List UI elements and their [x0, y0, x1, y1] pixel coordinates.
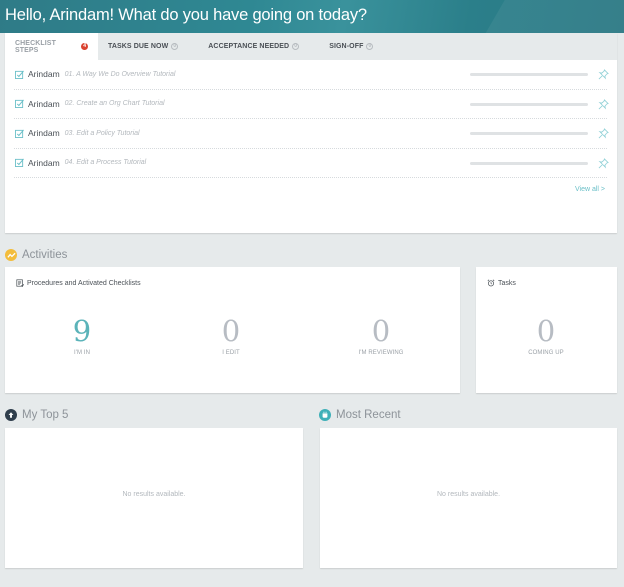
- my-top5-card: No results available.: [5, 428, 303, 568]
- tab-bar: CHECKLIST STEPS 4 TASKS DUE NOW 0 ACCEPT…: [5, 33, 617, 60]
- stat-value: 0: [371, 314, 391, 348]
- pin-icon[interactable]: [598, 157, 609, 169]
- card-title-text: Procedures and Activated Checklists: [27, 279, 141, 287]
- upload-arrow-icon: [5, 409, 17, 421]
- tab-label: ACCEPTANCE NEEDED: [208, 43, 290, 50]
- coffee-cup-icon: [319, 409, 331, 421]
- empty-message: No results available.: [436, 491, 501, 498]
- view-all-link[interactable]: View all >: [575, 186, 605, 193]
- procedures-card-title: Procedures and Activated Checklists: [16, 279, 141, 287]
- tab-tasks-due-now[interactable]: TASKS DUE NOW 0: [98, 33, 188, 60]
- checklist-list: Arindam 01. A Way We Do Overview Tutoria…: [14, 60, 609, 178]
- stat-label: I'M IN: [73, 350, 91, 356]
- checkbox-checked-icon: [15, 99, 24, 109]
- checklist-doc-icon: [16, 279, 24, 287]
- tasks-tabs-panel: CHECKLIST STEPS 4 TASKS DUE NOW 0 ACCEPT…: [5, 33, 617, 233]
- progress-bar: [470, 132, 588, 135]
- pin-icon[interactable]: [598, 69, 609, 80]
- count-badge: 0: [366, 43, 374, 50]
- tab-acceptance-needed[interactable]: ACCEPTANCE NEEDED 0: [198, 33, 309, 60]
- most-recent-heading: Most Recent: [319, 409, 401, 421]
- step-title[interactable]: 04. Edit a Process Tutorial: [65, 159, 147, 166]
- checkbox-checked-icon: [15, 158, 24, 168]
- tab-sign-off[interactable]: SIGN-OFF 0: [319, 33, 383, 60]
- list-item[interactable]: Arindam 02. Create an Org Chart Tutorial: [14, 90, 609, 119]
- header-banner: Hello, Arindam! What do you have going o…: [0, 0, 624, 33]
- tab-label: SIGN-OFF: [329, 43, 364, 50]
- stat-value: 0: [221, 314, 241, 348]
- step-title[interactable]: 02. Create an Org Chart Tutorial: [65, 100, 165, 107]
- stat-label: COMING UP: [528, 350, 564, 356]
- step-owner: Arindam: [28, 128, 60, 139]
- stat-im-reviewing[interactable]: 0 I'M REVIEWING: [321, 315, 441, 356]
- activity-chart-icon: [5, 249, 17, 261]
- progress-bar: [470, 73, 588, 76]
- procedures-card: Procedures and Activated Checklists 9 I'…: [5, 267, 460, 393]
- list-item[interactable]: Arindam 01. A Way We Do Overview Tutoria…: [14, 60, 609, 90]
- stat-value: 0: [536, 314, 556, 348]
- list-item[interactable]: Arindam 03. Edit a Policy Tutorial: [14, 119, 609, 149]
- pin-icon[interactable]: [598, 128, 609, 139]
- count-badge: 0: [292, 43, 300, 50]
- step-owner: Arindam: [28, 98, 60, 109]
- stat-im-in[interactable]: 9 I'M IN: [22, 315, 142, 356]
- stat-coming-up[interactable]: 0 COMING UP: [486, 315, 606, 356]
- tab-label: TASKS DUE NOW: [108, 43, 169, 50]
- count-badge: 4: [81, 43, 88, 50]
- activities-heading: Activities: [5, 249, 67, 261]
- count-badge: 0: [171, 43, 179, 50]
- my-top5-heading: My Top 5: [5, 409, 68, 421]
- stat-value: 9: [72, 314, 92, 348]
- stat-label: I'M REVIEWING: [358, 350, 404, 356]
- pin-icon[interactable]: [598, 98, 609, 110]
- step-owner: Arindam: [28, 157, 60, 168]
- checkbox-checked-icon: [15, 129, 24, 138]
- card-title-text: Tasks: [498, 279, 516, 287]
- progress-bar: [470, 161, 588, 165]
- most-recent-card: No results available.: [320, 428, 617, 568]
- step-title[interactable]: 03. Edit a Policy Tutorial: [65, 130, 140, 137]
- stat-i-edit[interactable]: 0 I EDIT: [171, 315, 291, 356]
- step-title[interactable]: 01. A Way We Do Overview Tutorial: [65, 71, 176, 78]
- my-top5-title: My Top 5: [22, 409, 69, 421]
- most-recent-title: Most Recent: [336, 409, 401, 421]
- progress-bar: [470, 102, 588, 106]
- alarm-clock-icon: [487, 279, 495, 287]
- step-owner: Arindam: [28, 69, 60, 80]
- tab-label: CHECKLIST STEPS: [15, 39, 56, 54]
- empty-message: No results available.: [122, 491, 186, 498]
- tasks-card-title: Tasks: [487, 279, 516, 287]
- tasks-card: Tasks 0 COMING UP: [476, 267, 617, 393]
- greeting-title: Hello, Arindam! What do you have going o…: [5, 6, 367, 24]
- list-item[interactable]: Arindam 04. Edit a Process Tutorial: [14, 149, 609, 178]
- stat-label: I EDIT: [222, 350, 240, 356]
- activities-title: Activities: [22, 249, 68, 261]
- checkbox-checked-icon: [15, 70, 24, 79]
- tab-checklist-steps[interactable]: CHECKLIST STEPS 4: [5, 33, 98, 60]
